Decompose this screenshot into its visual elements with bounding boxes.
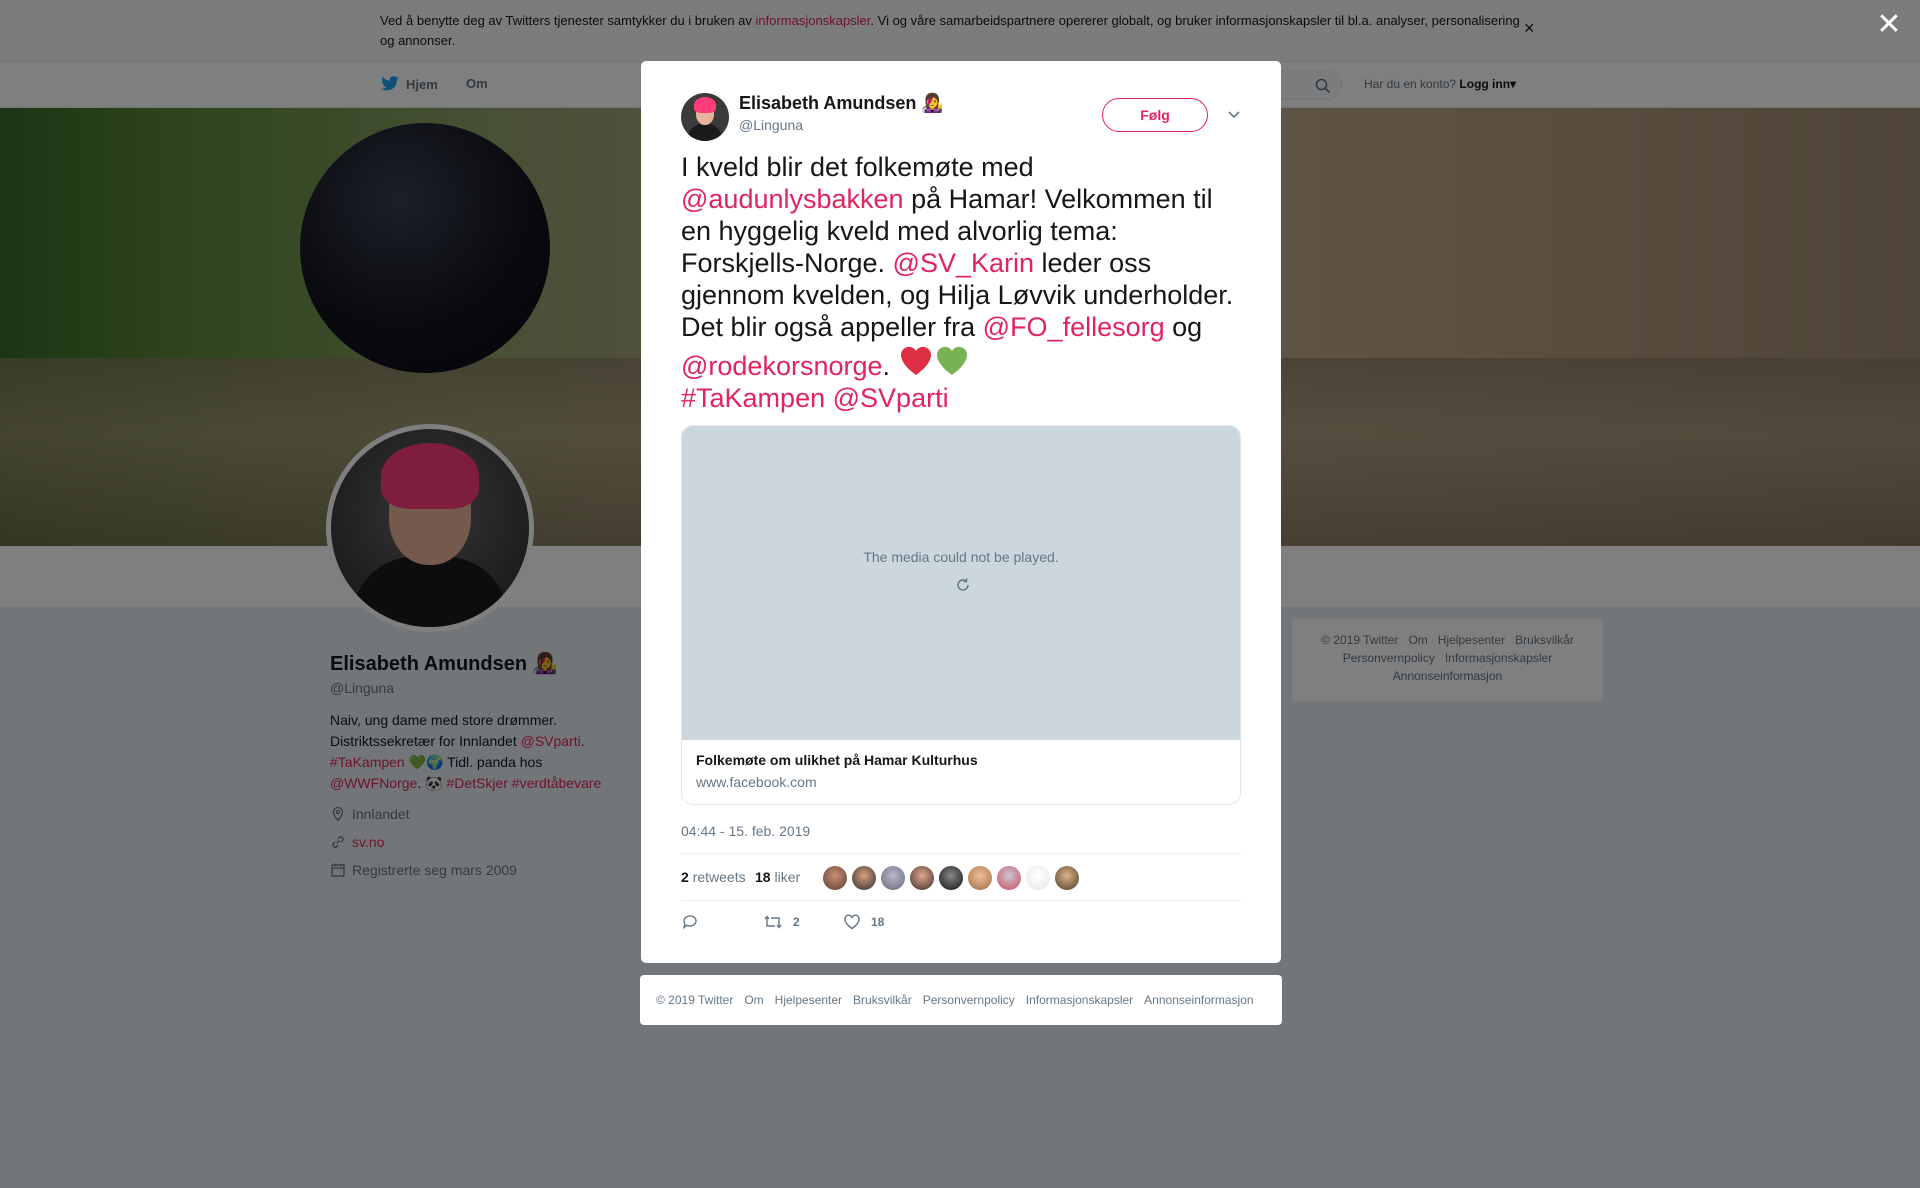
footer-link-ads[interactable]: Annonseinformasjon: [1144, 993, 1253, 1007]
close-icon[interactable]: ✕: [1874, 10, 1904, 40]
liker-avatar[interactable]: [823, 866, 847, 890]
mention-rodekorsnorge[interactable]: @rodekorsnorge: [681, 351, 883, 381]
tweet-stats: 2 retweets 18 liker: [681, 853, 1241, 901]
liker-avatar[interactable]: [881, 866, 905, 890]
retweet-icon: [764, 915, 782, 929]
red-heart-icon: [900, 346, 931, 375]
modal-footer: © 2019 Twitter Om Hjelpesenter Bruksvilk…: [640, 975, 1282, 1025]
media-card[interactable]: The media could not be played. Folkemøte…: [681, 425, 1241, 805]
mention-fo-fellesorg[interactable]: @FO_fellesorg: [983, 312, 1165, 342]
green-heart-icon: [936, 346, 967, 375]
liker-avatar[interactable]: [939, 866, 963, 890]
media-error-message: The media could not be played.: [863, 549, 1059, 565]
tweet-author-name[interactable]: Elisabeth Amundsen 👩‍🎤: [739, 93, 944, 114]
card-url: www.facebook.com: [696, 774, 817, 790]
chevron-down-icon[interactable]: [1227, 107, 1241, 121]
liker-avatar[interactable]: [1026, 866, 1050, 890]
follow-button[interactable]: Følg: [1102, 98, 1208, 132]
liker-avatar[interactable]: [1055, 866, 1079, 890]
tweet-author-avatar[interactable]: [681, 93, 729, 141]
footer-link-privacy[interactable]: Personvernpolicy: [923, 993, 1015, 1007]
liker-avatar[interactable]: [910, 866, 934, 890]
card-title: Folkemøte om ulikhet på Hamar Kulturhus: [696, 752, 978, 768]
hashtag-takampen[interactable]: #TaKampen: [681, 383, 825, 413]
reply-button[interactable]: [681, 913, 699, 931]
liker-avatar[interactable]: [997, 866, 1021, 890]
tweet-actions: 2 18: [681, 913, 1241, 937]
footer-copyright: © 2019 Twitter: [656, 993, 734, 1007]
mention-audunlysbakken[interactable]: @audunlysbakken: [681, 184, 904, 214]
like-button[interactable]: 18: [843, 913, 884, 931]
tweet-timestamp[interactable]: 04:44 - 15. feb. 2019: [681, 823, 810, 839]
mention-svparti[interactable]: @SVparti: [833, 383, 949, 413]
liker-avatars: [823, 866, 1079, 890]
tweet-text: I kveld blir det folkemøte med @audunlys…: [681, 152, 1234, 413]
footer-link-cookies[interactable]: Informasjonskapsler: [1026, 993, 1133, 1007]
footer-link-about[interactable]: Om: [744, 993, 763, 1007]
heart-icon: [844, 914, 860, 930]
liker-avatar[interactable]: [852, 866, 876, 890]
retweet-button[interactable]: 2: [763, 913, 800, 931]
like-stat[interactable]: 18 liker: [755, 869, 800, 885]
mention-sv-karin[interactable]: @SV_Karin: [893, 248, 1034, 278]
footer-link-terms[interactable]: Bruksvilkår: [853, 993, 912, 1007]
reply-icon: [682, 915, 697, 930]
liker-avatar[interactable]: [968, 866, 992, 890]
reload-icon[interactable]: [954, 576, 972, 594]
video-player[interactable]: The media could not be played.: [682, 426, 1240, 740]
tweet-permalink-modal: Elisabeth Amundsen 👩‍🎤 @Linguna Følg I k…: [641, 61, 1281, 963]
retweet-stat[interactable]: 2 retweets: [681, 869, 746, 885]
footer-link-help[interactable]: Hjelpesenter: [775, 993, 842, 1007]
tweet-author-handle[interactable]: @Linguna: [739, 117, 803, 133]
